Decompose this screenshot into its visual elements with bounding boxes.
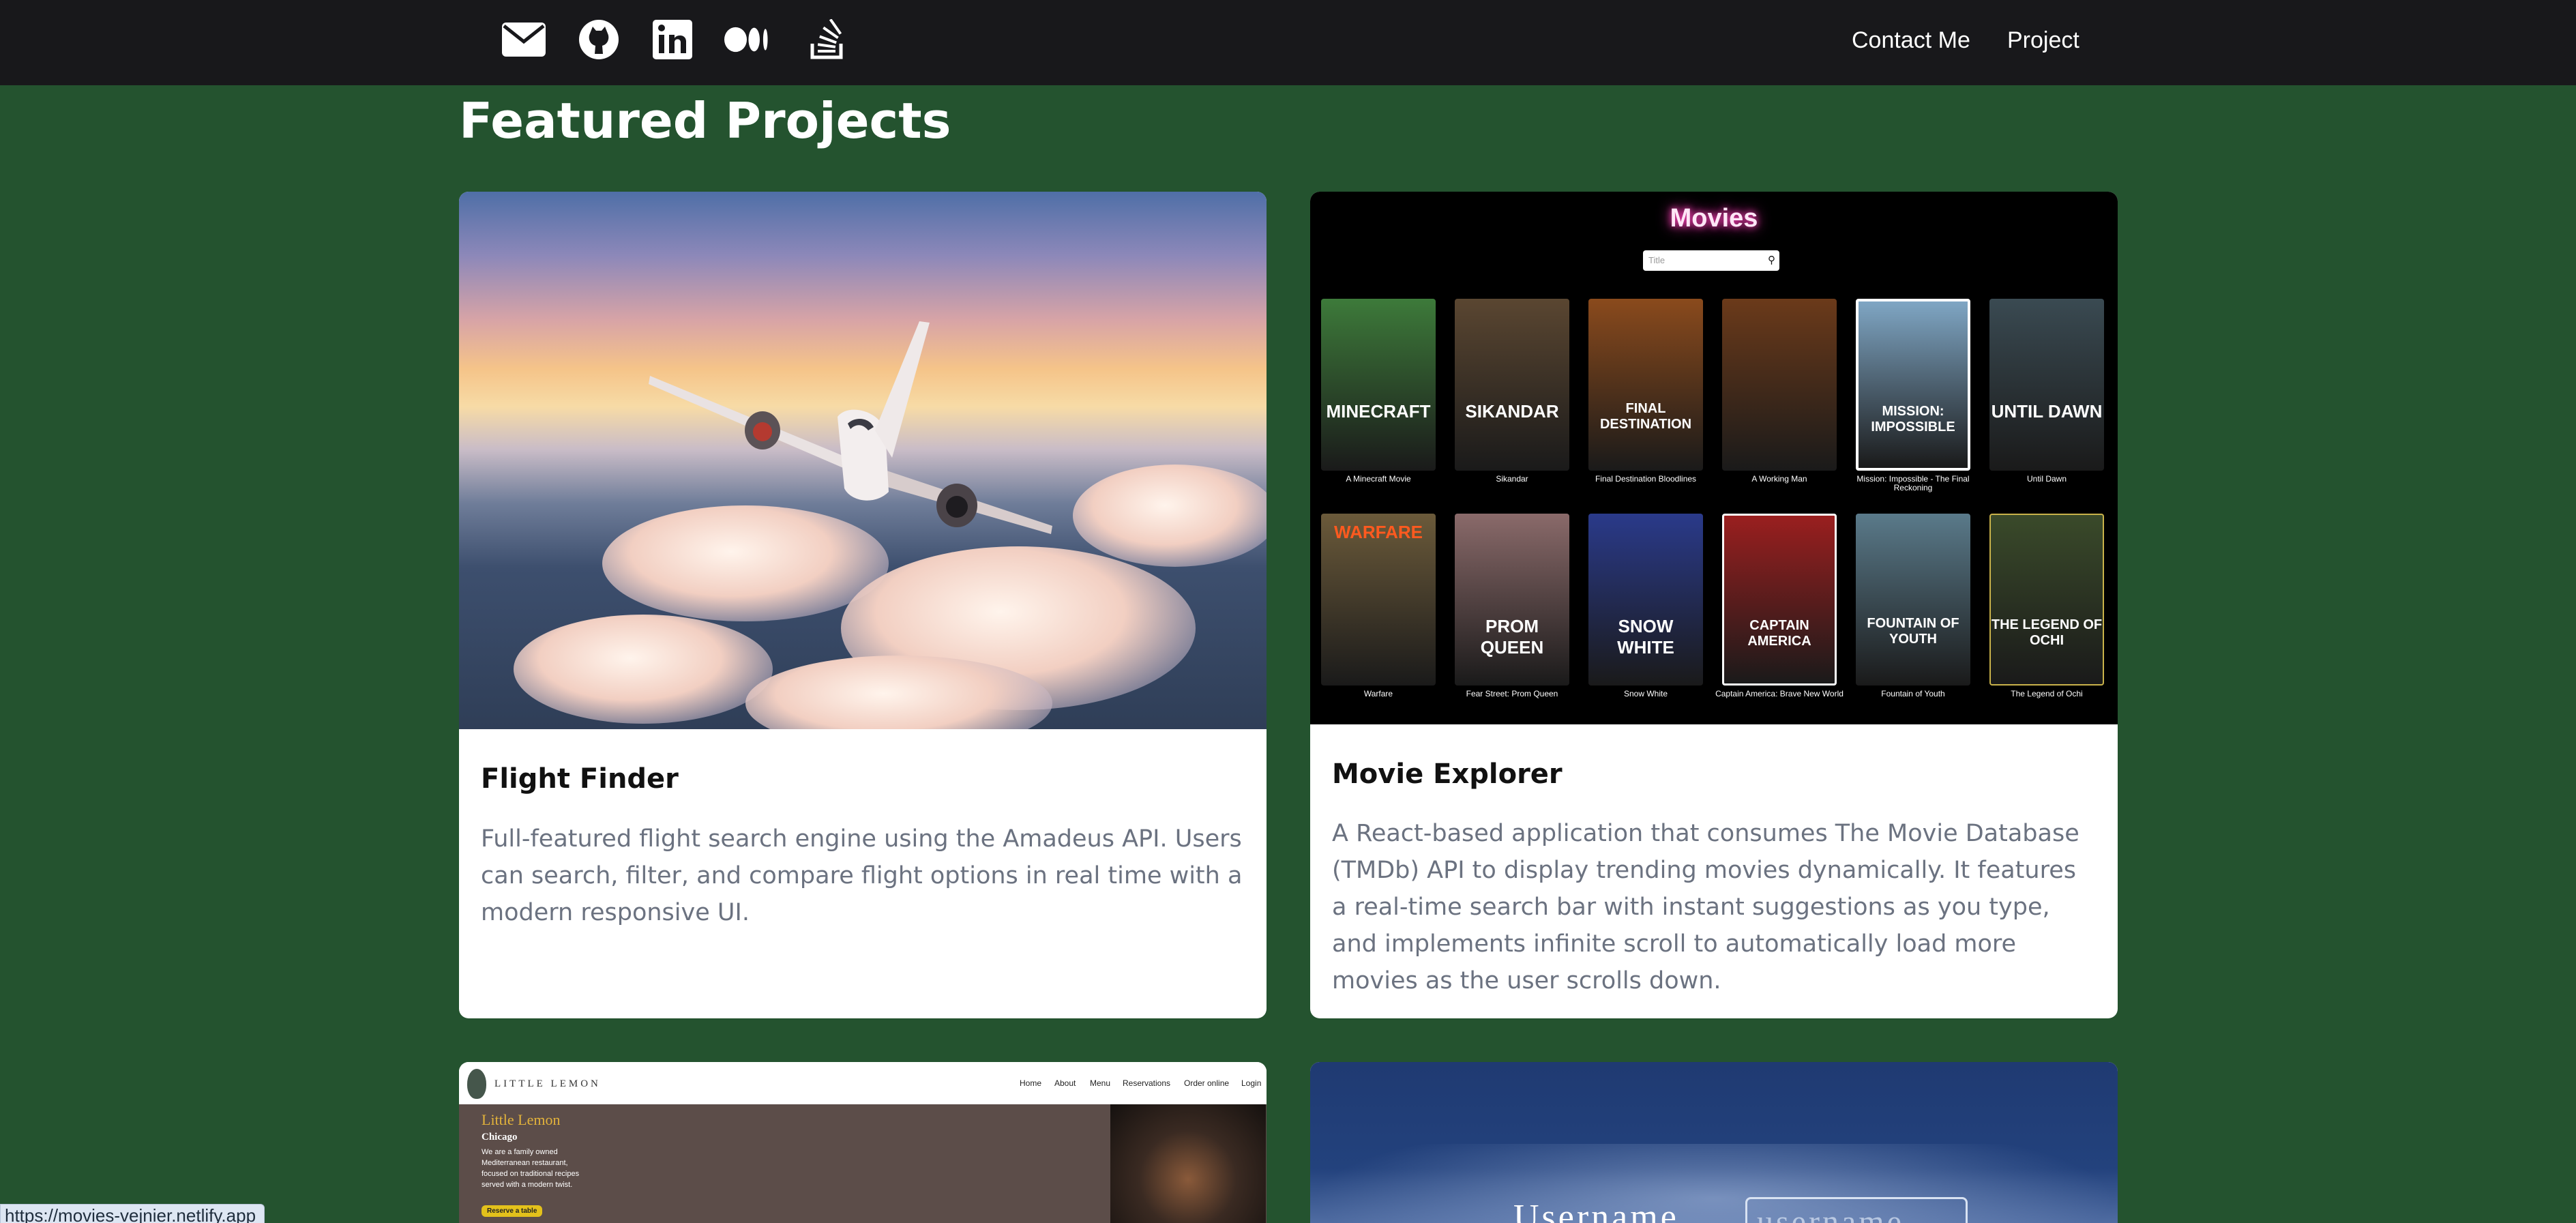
movie-poster: FINAL DESTINATION [1588, 299, 1703, 471]
movie-poster-caption: A Working Man [1751, 474, 1807, 484]
nav-link-contact[interactable]: Contact Me [1852, 27, 1970, 54]
little-lemon-city: Chicago [482, 1132, 518, 1143]
movie-poster [1722, 299, 1837, 471]
linkedin-icon[interactable] [650, 19, 695, 60]
project-card-flight-finder[interactable]: Flight Finder Full-featured flight searc… [459, 192, 1267, 1018]
movies-search-placeholder: Title [1648, 255, 1665, 265]
movie-poster-art-text: UNTIL DAWN [1991, 401, 2103, 422]
little-lemon-project-image: LITTLE LEMON Home About Menu Reservation… [459, 1062, 1267, 1223]
movie-poster-art-text: THE LEGEND OF OCHI [1991, 617, 2103, 648]
movie-poster-art-text: PROM QUEEN [1480, 616, 1544, 658]
login-project-image: Username username [1310, 1062, 2118, 1223]
little-lemon-header: LITTLE LEMON Home About Menu Reservation… [459, 1062, 1267, 1104]
project-description: A React-based application that consumes … [1332, 820, 2079, 994]
movie-poster-art-text: FOUNTAIN OF YOUTH [1867, 616, 1959, 647]
reserve-table-button: Reserve a table [482, 1205, 543, 1217]
section-title: Featured Projects [459, 92, 951, 149]
little-lemon-description: We are a family owned Mediterranean rest… [482, 1148, 580, 1189]
ll-nav-item: Order online [1184, 1078, 1230, 1088]
project-card-movie-explorer[interactable]: Movies Title ⚲ MINECRAFT A Minecraft Movi… [1310, 192, 2118, 1018]
username-field: username [1745, 1197, 1968, 1223]
movie-poster-art-text: FINAL DESTINATION [1599, 401, 1692, 432]
flight-project-image [459, 192, 1267, 729]
movie-poster-caption: Until Dawn [2026, 474, 2067, 484]
little-lemon-food-photo [1110, 1104, 1266, 1223]
movies-app-heading: Movies [1670, 204, 1758, 233]
movie-poster: PROM QUEEN [1455, 514, 1569, 686]
movie-poster-caption: Fear Street: Prom Queen [1466, 689, 1558, 698]
username-label: Username [1513, 1198, 1679, 1223]
movie-poster-art-text: MINECRAFT [1326, 401, 1431, 422]
status-bar-url: https://movies-vejnier.netlify.app [0, 1204, 265, 1223]
movie-poster-caption: Sikandar [1496, 474, 1528, 484]
stackoverflow-icon[interactable] [805, 19, 850, 60]
project-card-login[interactable]: Username username [1310, 1062, 2118, 1223]
movie-poster-art-text: SNOW WHITE [1617, 616, 1674, 658]
movie-poster-caption: Warfare [1363, 689, 1393, 698]
movie-poster-art-text: SIKANDAR [1465, 401, 1559, 422]
project-description: Full-featured flight search engine using… [481, 825, 1243, 926]
top-navbar: Contact Me Project [0, 0, 2576, 85]
search-icon: ⚲ [1768, 254, 1775, 266]
movie-poster: SNOW WHITE [1588, 514, 1703, 686]
movie-poster-caption: Captain America: Brave New World [1715, 689, 1844, 698]
nav-link-project[interactable]: Project [2007, 27, 2079, 54]
lemon-logo-icon [467, 1069, 486, 1099]
little-lemon-title: Little Lemon [482, 1111, 561, 1128]
movie-poster-caption: Snow White [1623, 689, 1668, 698]
movie-project-image: Movies Title ⚲ MINECRAFT A Minecraft Movi… [1310, 192, 2118, 724]
movie-poster-caption: Final Destination Bloodlines [1595, 474, 1697, 484]
movie-poster-art-text: MISSION: IMPOSSIBLE [1871, 404, 1955, 434]
movie-poster: UNTIL DAWN [1989, 299, 2104, 471]
movie-poster: CAPTAIN AMERICA [1722, 514, 1837, 686]
movie-poster: FOUNTAIN OF YOUTH [1856, 514, 1970, 686]
ll-nav-item: Reservations [1123, 1078, 1171, 1088]
movie-poster: THE LEGEND OF OCHI [1989, 514, 2104, 686]
movie-poster-caption: A Minecraft Movie [1346, 474, 1411, 484]
medium-icon[interactable] [724, 19, 769, 60]
movie-poster: MINECRAFT [1321, 299, 1436, 471]
movie-poster-caption: Mission: Impossible - The Final Reckonin… [1856, 474, 1970, 492]
ll-nav-item: About [1054, 1078, 1076, 1088]
movie-poster-art-text: WARFARE [1334, 522, 1423, 542]
project-card-little-lemon[interactable]: LITTLE LEMON Home About Menu Reservation… [459, 1062, 1267, 1223]
ll-nav-item: Home [1020, 1078, 1042, 1088]
github-icon[interactable] [576, 19, 621, 60]
project-title: Flight Finder [481, 763, 679, 795]
project-title: Movie Explorer [1332, 758, 1563, 790]
ll-nav-item: Menu [1090, 1078, 1111, 1088]
movie-poster-art-text: CAPTAIN AMERICA [1747, 618, 1811, 649]
movie-poster: MISSION: IMPOSSIBLE [1856, 299, 1970, 471]
movies-search-input: Title ⚲ [1643, 250, 1779, 271]
movie-poster: SIKANDAR [1455, 299, 1569, 471]
movie-poster-caption: The Legend of Ochi [2011, 689, 2083, 698]
airplane-illustration [649, 321, 1052, 534]
movie-poster: WARFARE [1321, 514, 1436, 686]
movie-poster-caption: Fountain of Youth [1881, 689, 1945, 698]
little-lemon-brand: LITTLE LEMON [494, 1078, 601, 1089]
ll-nav-item: Login [1241, 1078, 1262, 1088]
mail-icon[interactable] [501, 19, 546, 60]
